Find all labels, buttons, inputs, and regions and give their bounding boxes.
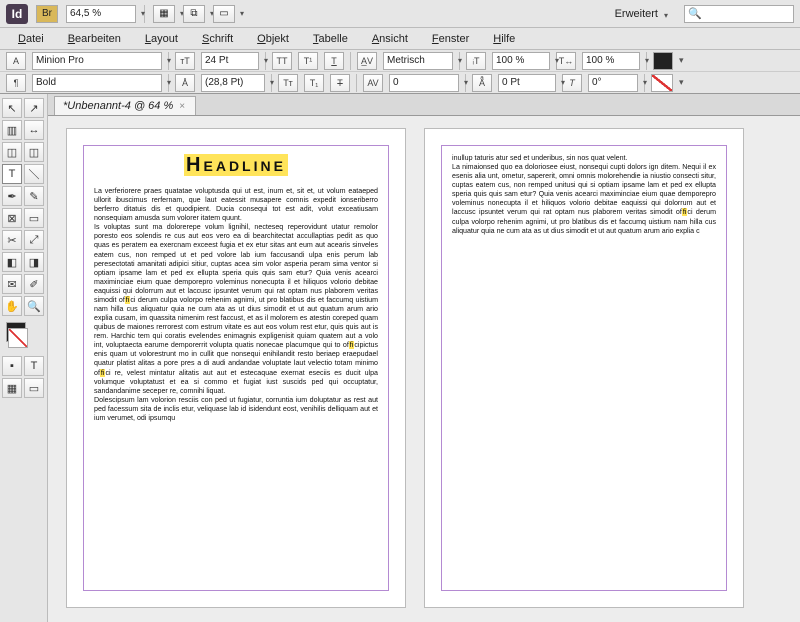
search-icon: 🔍 (688, 7, 702, 20)
stroke-swatch-none[interactable] (651, 74, 673, 92)
leading-field[interactable]: (28,8 Pt) (201, 74, 265, 92)
page-tool[interactable]: ▥ (2, 120, 22, 140)
content-placer-tool[interactable]: ◫ (24, 142, 44, 162)
canvas[interactable]: Headline La verferiorere praes quatatae … (48, 116, 800, 622)
app-topbar: Id Br 64,5 % ▦ ⧉ ▭ Erweitert 🔍 (0, 0, 800, 28)
headline-text[interactable]: Headline (94, 154, 378, 177)
note-tool[interactable]: ✉ (2, 274, 22, 294)
vscale-field[interactable]: 100 % (492, 52, 550, 70)
free-transform-tool[interactable]: ⤢ (24, 230, 44, 250)
zoom-tool[interactable]: 🔍 (24, 296, 44, 316)
apply-text-button[interactable]: T (24, 356, 44, 376)
menu-hilfe[interactable]: Hilfe (483, 30, 525, 48)
smallcaps-button[interactable]: Tᴛ (278, 74, 298, 92)
content-collector-tool[interactable]: ◫ (2, 142, 22, 162)
line-tool[interactable]: ＼ (24, 164, 44, 184)
tracking-icon: AV (363, 74, 383, 92)
workspace-switcher[interactable]: Erweitert (615, 8, 658, 20)
preview-view-button[interactable]: ▭ (24, 378, 44, 398)
chevron-down-icon[interactable]: ▾ (679, 77, 684, 88)
vscale-icon: ᵢT (466, 52, 486, 70)
font-size-field[interactable]: 24 Pt (201, 52, 259, 70)
gradient-swatch-tool[interactable]: ◧ (2, 252, 22, 272)
menu-tabelle[interactable]: Tabelle (303, 30, 358, 48)
document-tab[interactable]: *Unbenannt-4 @ 64 % × (54, 96, 196, 115)
pen-tool[interactable]: ✒ (2, 186, 22, 206)
text-frame-right[interactable]: inullup taturis atur sed et underibus, s… (441, 145, 727, 591)
body-text-right[interactable]: inullup taturis atur sed et underibus, s… (452, 154, 716, 236)
menu-bar: Datei Bearbeiten Layout Schrift Objekt T… (0, 28, 800, 50)
font-size-icon: ᴛT (175, 52, 195, 70)
font-weight-field[interactable]: Bold (32, 74, 162, 92)
gradient-feather-tool[interactable]: ◨ (24, 252, 44, 272)
screen-mode-button[interactable]: ⧉ (183, 5, 205, 23)
apply-color-button[interactable]: ▪ (2, 356, 22, 376)
chevron-down-icon[interactable]: ▾ (679, 55, 684, 66)
control-panel-row1: A Minion Pro ᴛT 24 Pt TT T¹ T A̲V Metris… (0, 50, 800, 72)
selection-tool[interactable]: ↖ (2, 98, 22, 118)
skew-icon: T (562, 74, 582, 92)
allcaps-button[interactable]: TT (272, 52, 292, 70)
rectangle-tool[interactable]: ▭ (24, 208, 44, 228)
bridge-icon[interactable]: Br (36, 5, 58, 23)
fill-swatch-icon[interactable] (653, 52, 673, 70)
para-panel-button[interactable]: ¶ (6, 74, 26, 92)
close-icon[interactable]: × (179, 101, 185, 112)
subscript-button[interactable]: T₁ (304, 74, 324, 92)
hand-tool[interactable]: ✋ (2, 296, 22, 316)
document-tabs: *Unbenannt-4 @ 64 % × (48, 94, 800, 116)
body-text-left[interactable]: La verferiorere praes quatatae voluptusd… (94, 187, 378, 423)
zoom-select[interactable]: 64,5 % (66, 5, 136, 23)
hscale-field[interactable]: 100 % (582, 52, 640, 70)
scissors-tool[interactable]: ✂ (2, 230, 22, 250)
baseline-field[interactable]: 0 Pt (498, 74, 556, 92)
leading-icon: Å (175, 74, 195, 92)
menu-datei[interactable]: Datei (8, 30, 54, 48)
menu-fenster[interactable]: Fenster (422, 30, 479, 48)
kerning-field[interactable]: Metrisch (383, 52, 453, 70)
menu-objekt[interactable]: Objekt (247, 30, 299, 48)
menu-schrift[interactable]: Schrift (192, 30, 243, 48)
underline-button[interactable]: T (324, 52, 344, 70)
document-area: *Unbenannt-4 @ 64 % × Headline La verfer… (48, 94, 800, 622)
menu-layout[interactable]: Layout (135, 30, 188, 48)
rectangle-frame-tool[interactable]: ⊠ (2, 208, 22, 228)
stroke-swatch[interactable] (8, 328, 28, 348)
menu-bearbeiten[interactable]: Bearbeiten (58, 30, 131, 48)
type-tool[interactable]: T (2, 164, 22, 184)
pencil-tool[interactable]: ✎ (24, 186, 44, 206)
normal-view-button[interactable]: ▦ (2, 378, 22, 398)
skew-field[interactable]: 0° (588, 74, 638, 92)
strikethrough-button[interactable]: T (330, 74, 350, 92)
tracking-field[interactable]: 0 (389, 74, 459, 92)
text-frame-left[interactable]: Headline La verferiorere praes quatatae … (83, 145, 389, 591)
gap-tool[interactable]: ↔ (24, 120, 44, 140)
search-input[interactable] (705, 8, 785, 20)
menu-ansicht[interactable]: Ansicht (362, 30, 418, 48)
hscale-icon: T↔ (556, 52, 576, 70)
kerning-icon: A̲V (357, 52, 377, 70)
tab-title: *Unbenannt-4 @ 64 % (63, 100, 173, 112)
view-options-button[interactable]: ▦ (153, 5, 175, 23)
baseline-icon: Aͣ (472, 74, 492, 92)
page-right: inullup taturis atur sed et underibus, s… (424, 128, 744, 608)
toolbox: ↖↗ ▥↔ ◫◫ T＼ ✒✎ ⊠▭ ✂⤢ ◧◨ ✉✐ ✋🔍 ▪T ▦▭ (0, 94, 48, 622)
main-area: ↖↗ ▥↔ ◫◫ T＼ ✒✎ ⊠▭ ✂⤢ ◧◨ ✉✐ ✋🔍 ▪T ▦▭ *Unb… (0, 94, 800, 622)
direct-selection-tool[interactable]: ↗ (24, 98, 44, 118)
char-panel-button[interactable]: A (6, 52, 26, 70)
superscript-button[interactable]: T¹ (298, 52, 318, 70)
app-logo-icon: Id (6, 4, 28, 24)
search-box[interactable]: 🔍 (684, 5, 794, 23)
font-family-field[interactable]: Minion Pro (32, 52, 162, 70)
arrange-docs-button[interactable]: ▭ (213, 5, 235, 23)
eyedropper-tool[interactable]: ✐ (24, 274, 44, 294)
page-left: Headline La verferiorere praes quatatae … (66, 128, 406, 608)
control-panel-row2: ¶ Bold Å (28,8 Pt) Tᴛ T₁ T AV 0 Aͣ 0 Pt … (0, 72, 800, 94)
